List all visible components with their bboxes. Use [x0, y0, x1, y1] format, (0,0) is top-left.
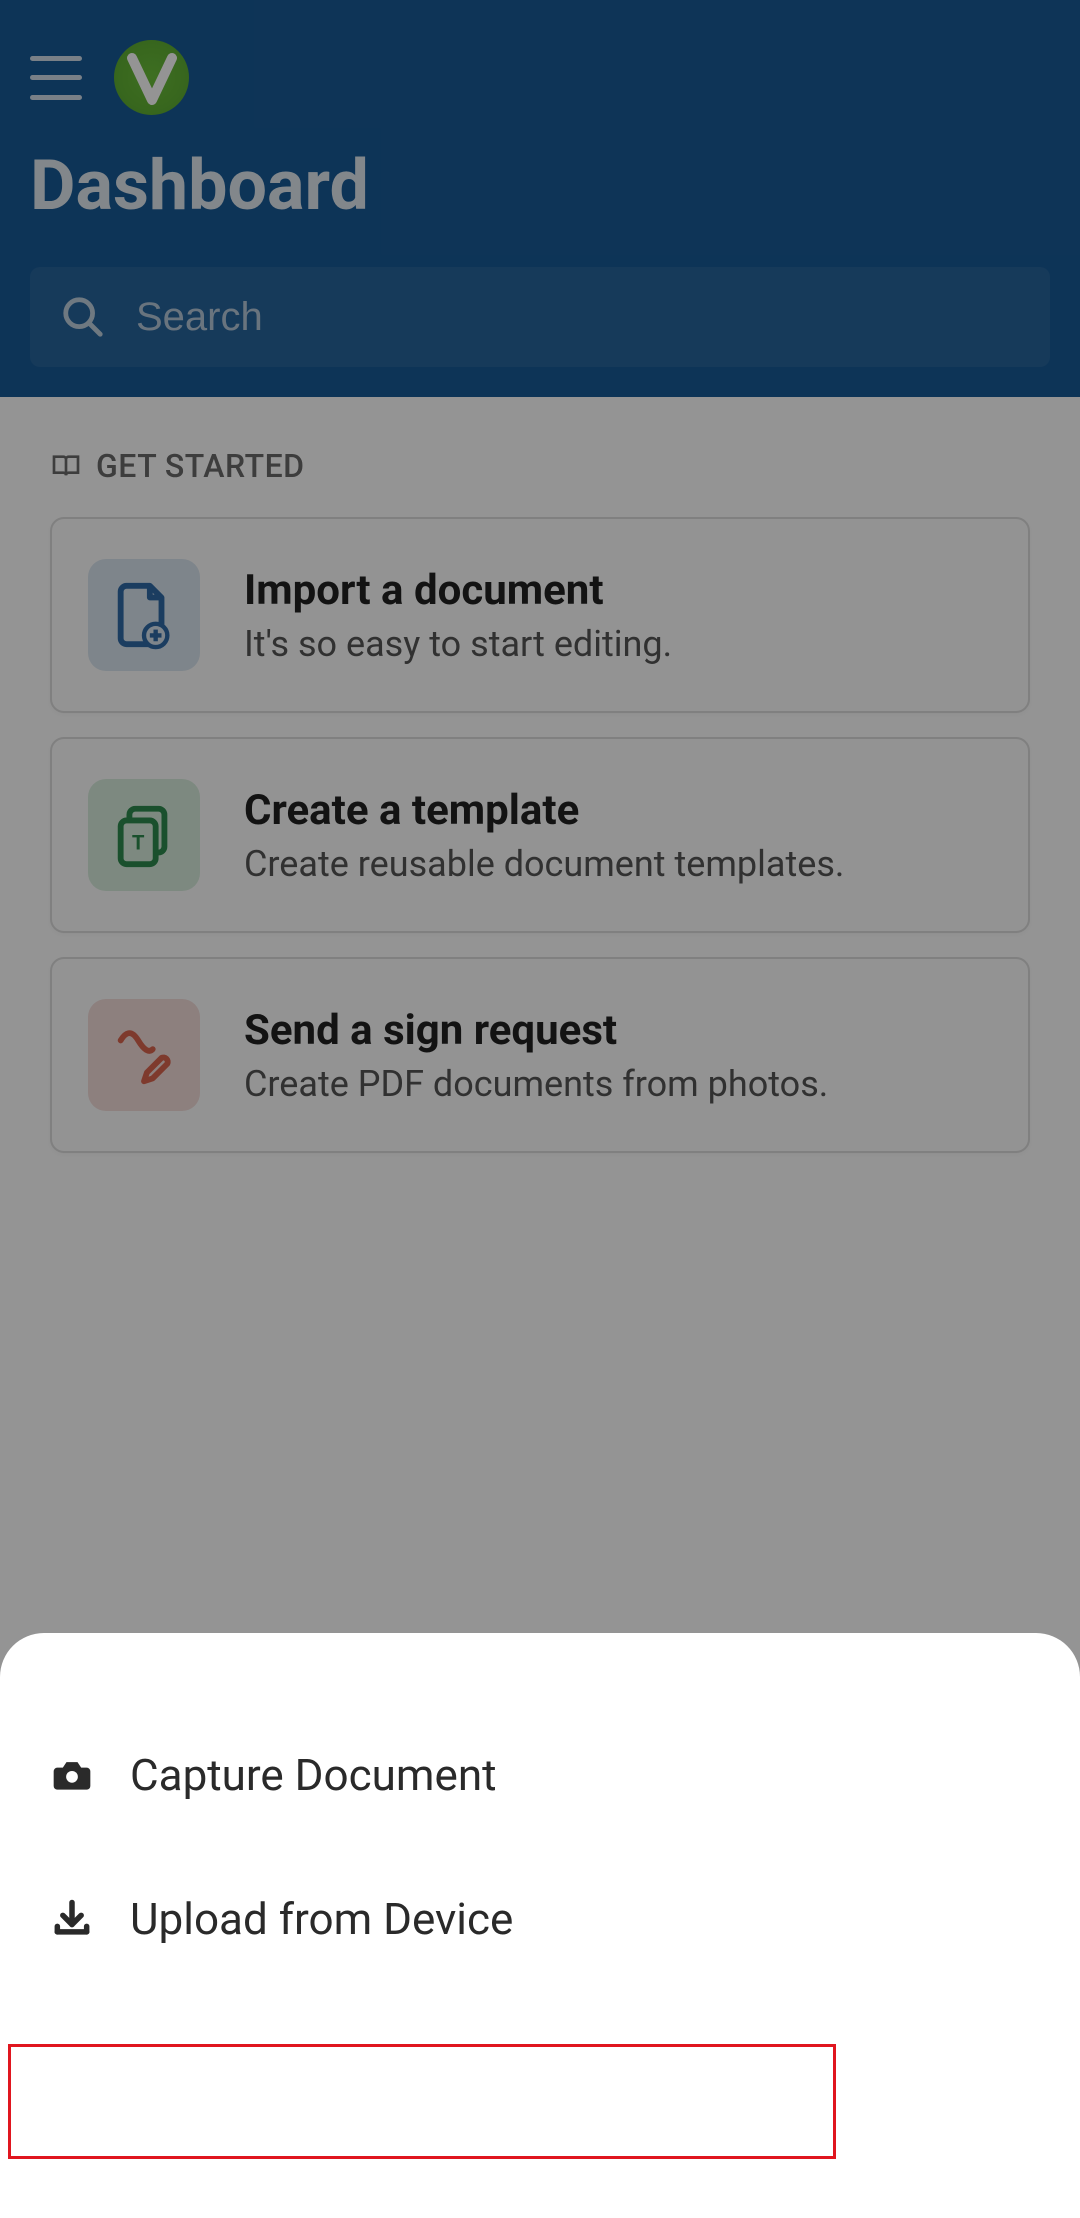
- sheet-item-label: Upload from Device: [130, 1893, 513, 1945]
- camera-icon: [50, 1753, 94, 1797]
- sheet-item-upload-from-device[interactable]: Upload from Device: [0, 1847, 1080, 1991]
- page: Dashboard GET STARTED: [0, 0, 1080, 2218]
- sheet-item-capture-document[interactable]: Capture Document: [0, 1703, 1080, 1847]
- download-icon: [50, 1897, 94, 1941]
- bottom-sheet: Capture Document Upload from Device: [0, 1633, 1080, 2218]
- sheet-item-label: Capture Document: [130, 1749, 497, 1801]
